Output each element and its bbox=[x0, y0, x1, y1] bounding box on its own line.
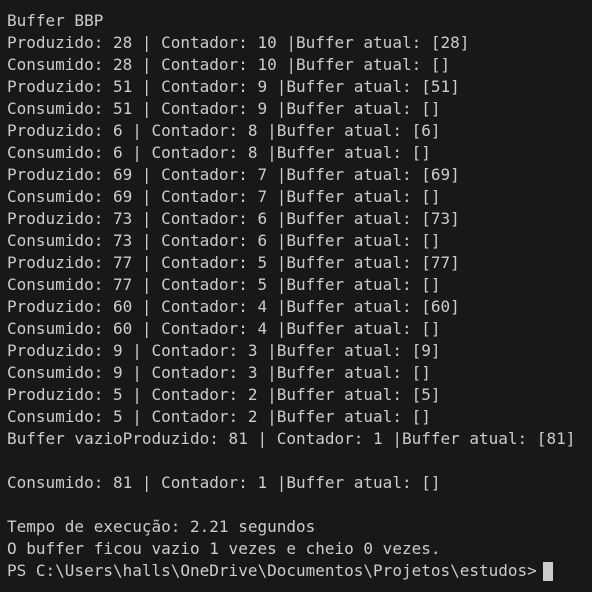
output-line: Produzido: 6 | Contador: 8 |Buffer atual… bbox=[7, 121, 441, 140]
output-line: Consumido: 28 | Contador: 10 |Buffer atu… bbox=[7, 55, 451, 74]
output-line: Produzido: 77 | Contador: 5 |Buffer atua… bbox=[7, 253, 460, 272]
output-line: Consumido: 6 | Contador: 8 |Buffer atual… bbox=[7, 143, 431, 162]
prompt-text: PS C:\Users\halls\OneDrive\Documentos\Pr… bbox=[7, 561, 537, 580]
output-line: Produzido: 5 | Contador: 2 |Buffer atual… bbox=[7, 385, 441, 404]
output-line: Consumido: 69 | Contador: 7 |Buffer atua… bbox=[7, 187, 441, 206]
output-line: Consumido: 77 | Contador: 5 |Buffer atua… bbox=[7, 275, 441, 294]
output-line: Tempo de execução: 2.21 segundos bbox=[7, 517, 316, 536]
output-line: O buffer ficou vazio 1 vezes e cheio 0 v… bbox=[7, 539, 441, 558]
output-line: Consumido: 9 | Contador: 3 |Buffer atual… bbox=[7, 363, 431, 382]
output-line: Consumido: 5 | Contador: 2 |Buffer atual… bbox=[7, 407, 431, 426]
output-line: Consumido: 51 | Contador: 9 |Buffer atua… bbox=[7, 99, 441, 118]
output-line: Buffer BBP bbox=[7, 11, 104, 30]
output-line: Produzido: 9 | Contador: 3 |Buffer atual… bbox=[7, 341, 441, 360]
output-line: Produzido: 69 | Contador: 7 |Buffer atua… bbox=[7, 165, 460, 184]
terminal-output[interactable]: Buffer BBP Produzido: 28 | Contador: 10 … bbox=[7, 10, 592, 592]
output-line: Produzido: 28 | Contador: 10 |Buffer atu… bbox=[7, 33, 470, 52]
output-line: Consumido: 73 | Contador: 6 |Buffer atua… bbox=[7, 231, 441, 250]
output-line: Consumido: 60 | Contador: 4 |Buffer atua… bbox=[7, 319, 441, 338]
output-line: Buffer vazioProduzido: 81 | Contador: 1 … bbox=[7, 429, 576, 448]
text-cursor bbox=[542, 561, 553, 581]
output-line: Produzido: 73 | Contador: 6 |Buffer atua… bbox=[7, 209, 460, 228]
output-line: Consumido: 81 | Contador: 1 |Buffer atua… bbox=[7, 473, 441, 492]
prompt-line[interactable]: PS C:\Users\halls\OneDrive\Documentos\Pr… bbox=[7, 560, 592, 582]
output-line: Produzido: 60 | Contador: 4 |Buffer atua… bbox=[7, 297, 460, 316]
output-line: Produzido: 51 | Contador: 9 |Buffer atua… bbox=[7, 77, 460, 96]
